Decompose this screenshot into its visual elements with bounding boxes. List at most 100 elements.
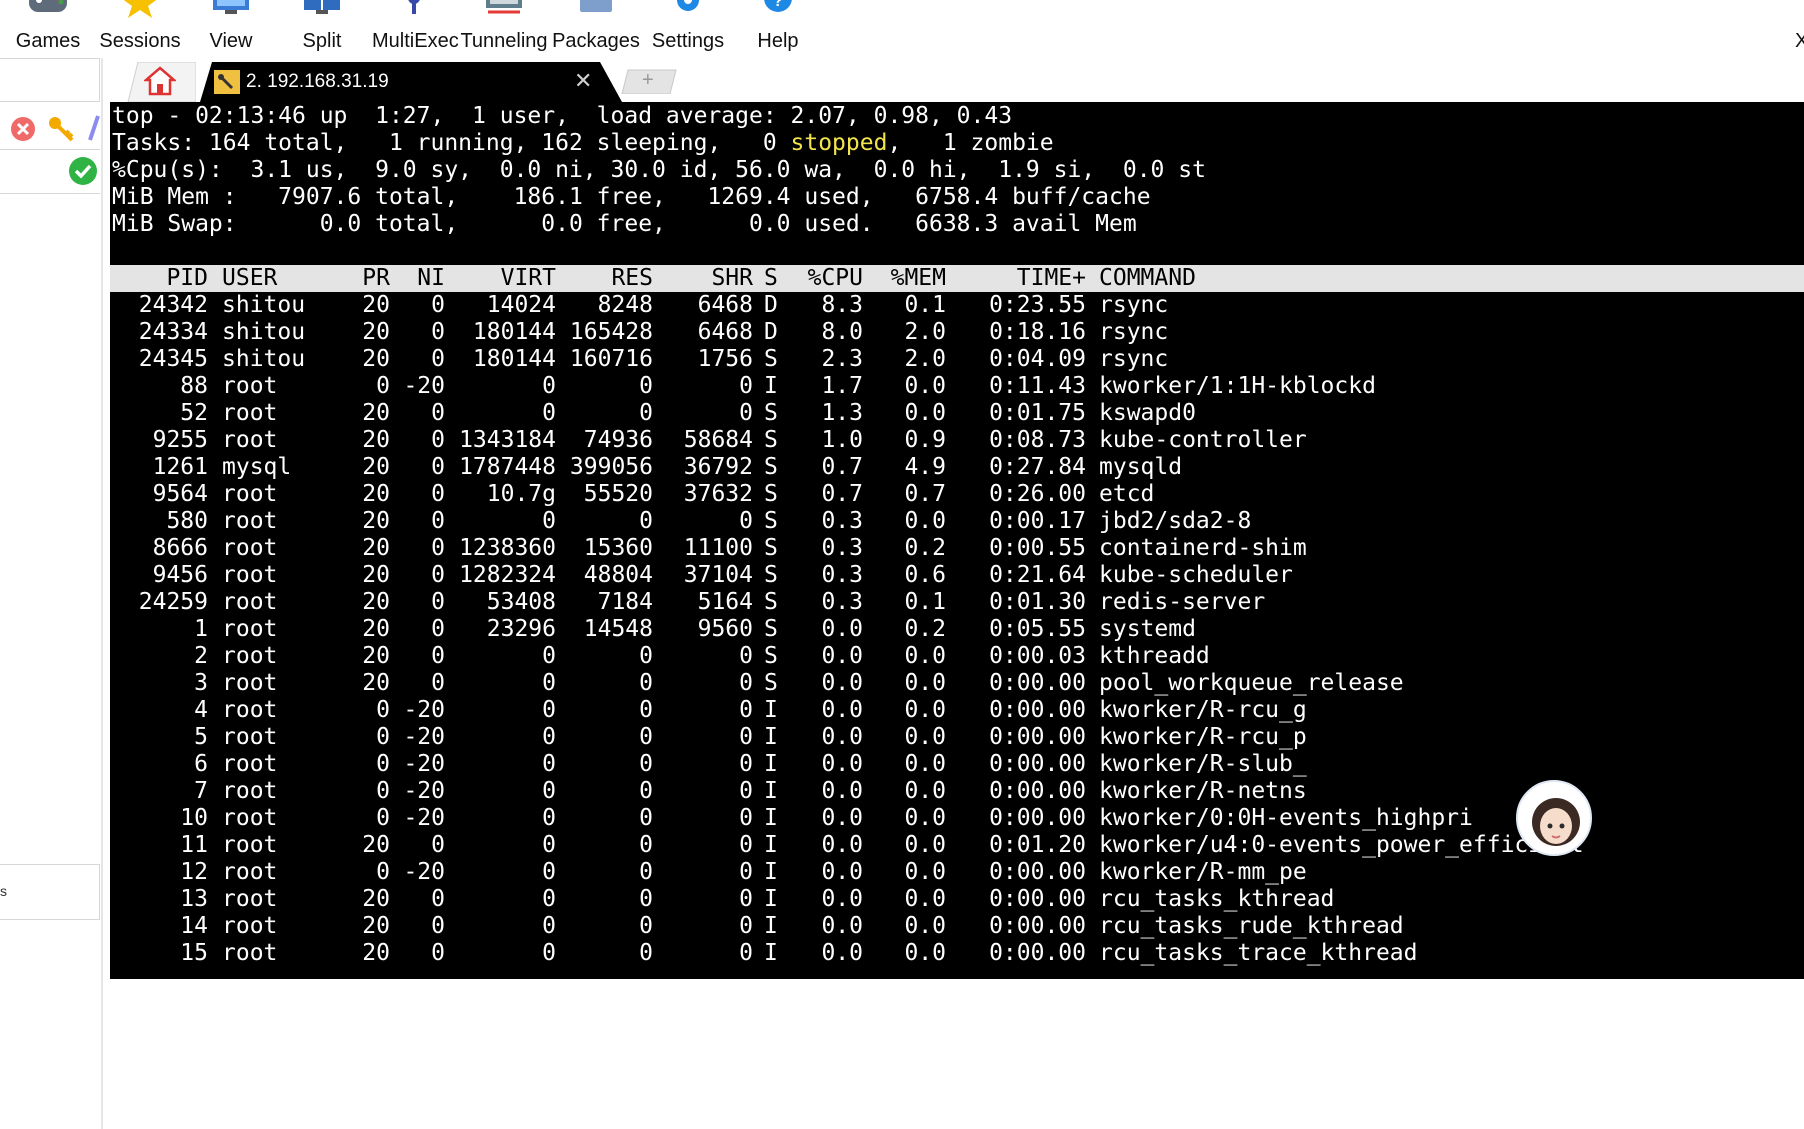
toolbar-label: View	[209, 30, 253, 52]
process-priority: 20	[362, 292, 390, 318]
toolbar-games-button[interactable]: Games	[10, 0, 86, 58]
process-user: shitou	[222, 292, 306, 318]
top-cpu-line: %Cpu(s): 3.1 us, 9.0 sy, 0.0 ni, 30.0 id…	[112, 157, 1206, 183]
process-shr: 6468	[697, 292, 753, 318]
toolbar-tunneling-button[interactable]: Tunneling	[460, 0, 548, 58]
process-res: 8248	[597, 292, 653, 318]
process-time: 0:00.00	[989, 859, 1086, 885]
process-priority: 0	[376, 778, 390, 804]
process-row: 3 root 20 0 0 0 0 S 0.0 0.0 0:00.00 pool_workqueue_…	[110, 670, 1804, 697]
process-time: 0:00.00	[989, 805, 1086, 831]
toolbar-multiexec-button[interactable]: MultiExec	[372, 0, 459, 58]
tab-session-active[interactable]: 2. 192.168.31.19 ✕	[200, 62, 622, 102]
col-header: NI	[417, 265, 445, 291]
process-priority: 20	[362, 616, 390, 642]
process-virt: 1282324	[459, 562, 556, 588]
process-mem: 0.0	[904, 832, 946, 858]
process-cpu: 0.3	[821, 535, 863, 561]
tasks-suffix: , 1 zombie	[887, 130, 1054, 156]
assistant-avatar[interactable]	[1516, 780, 1592, 856]
process-virt: 0	[542, 940, 556, 966]
process-row: 13 root 20 0 0 0 0 I 0.0 0.0 0:00.00 rcu_tasks_kthr…	[110, 886, 1804, 913]
process-nice: 0	[431, 670, 445, 696]
process-state: I	[764, 940, 778, 966]
process-pid: 3	[194, 670, 208, 696]
process-cpu: 0.0	[821, 643, 863, 669]
process-virt: 0	[542, 643, 556, 669]
process-priority: 20	[362, 400, 390, 426]
edit-icon[interactable]	[88, 114, 100, 147]
process-cpu: 0.3	[821, 562, 863, 588]
process-nice: 0	[431, 427, 445, 453]
process-res: 0	[639, 508, 653, 534]
process-mem: 0.2	[904, 535, 946, 561]
new-tab-button[interactable]: +	[620, 68, 678, 94]
toolbar-sessions-button[interactable]: Sessions	[96, 0, 184, 58]
close-icon[interactable]: X	[1795, 30, 1804, 53]
process-user: root	[222, 643, 278, 669]
process-time: 0:00.00	[989, 886, 1086, 912]
process-res: 0	[639, 805, 653, 831]
top-uptime-line: top - 02:13:46 up 1:27, 1 user, load ave…	[112, 103, 1013, 129]
process-row: 9255 root 20 0 1343184 74936 58684 S 1.0 0.9 0:08.…	[110, 427, 1804, 454]
process-virt: 0	[542, 724, 556, 750]
process-pid: 12	[180, 859, 208, 885]
tab-home[interactable]	[120, 61, 197, 103]
process-priority: 20	[362, 454, 390, 480]
process-res: 165428	[569, 319, 653, 345]
process-nice: 0	[431, 940, 445, 966]
toolbar-packages-button[interactable]: Packages	[552, 0, 640, 58]
process-user: root	[222, 886, 278, 912]
process-cpu: 0.7	[821, 481, 863, 507]
process-time: 0:00.00	[989, 697, 1086, 723]
process-row: 8666 root 20 0 1238360 15360 11100 S 0.3 0.2 0:00.…	[110, 535, 1804, 562]
process-nice: 0	[431, 481, 445, 507]
process-res: 0	[639, 778, 653, 804]
toolbar-help-button[interactable]: ? Help	[748, 0, 808, 58]
process-user: root	[222, 427, 278, 453]
toolbar-view-button[interactable]: View	[196, 0, 266, 58]
toolbar-label: Tunneling	[460, 30, 548, 52]
process-cpu: 1.0	[821, 427, 863, 453]
toolbar-label: Games	[15, 30, 81, 52]
toolbar-split-button[interactable]: Split	[290, 0, 354, 58]
process-mem: 0.2	[904, 616, 946, 642]
toolbar-settings-button[interactable]: Settings	[648, 0, 728, 58]
process-res: 0	[639, 373, 653, 399]
process-virt: 0	[542, 670, 556, 696]
process-priority: 20	[362, 481, 390, 507]
process-nice: 0	[431, 508, 445, 534]
process-virt: 53408	[486, 589, 556, 615]
process-virt: 0	[542, 886, 556, 912]
process-priority: 20	[362, 346, 390, 372]
sidebar-search-input[interactable]	[0, 58, 100, 102]
process-shr: 37104	[683, 562, 753, 588]
process-nice: 0	[431, 886, 445, 912]
process-shr: 0	[739, 670, 753, 696]
process-nice: -20	[403, 859, 445, 885]
process-nice: 0	[431, 562, 445, 588]
delete-icon[interactable]	[10, 116, 36, 147]
process-shr: 0	[739, 400, 753, 426]
col-header: USER	[222, 265, 278, 291]
process-command: kthreadd	[1099, 643, 1210, 669]
sidebar-bottom-panel[interactable]: s	[0, 864, 100, 920]
process-pid: 24334	[138, 319, 208, 345]
process-res: 0	[639, 751, 653, 777]
process-command: kworker/R-slub_	[1099, 751, 1307, 777]
packages-icon	[574, 0, 618, 24]
process-mem: 0.7	[904, 481, 946, 507]
process-cpu: 0.0	[821, 805, 863, 831]
tab-close-icon[interactable]: ✕	[574, 68, 592, 94]
process-time: 0:26.00	[989, 481, 1086, 507]
top-swap-line: MiB Swap: 0.0 total, 0.0 free, 0.0 used.…	[112, 211, 1137, 237]
process-nice: 0	[431, 616, 445, 642]
process-mem: 0.0	[904, 913, 946, 939]
process-user: root	[222, 508, 278, 534]
col-header: RES	[611, 265, 653, 291]
tunneling-icon	[480, 0, 528, 24]
process-command: kworker/R-rcu_g	[1099, 697, 1307, 723]
process-pid: 8666	[152, 535, 208, 561]
process-command: kworker/R-rcu_p	[1099, 724, 1307, 750]
key-icon[interactable]	[46, 114, 76, 149]
